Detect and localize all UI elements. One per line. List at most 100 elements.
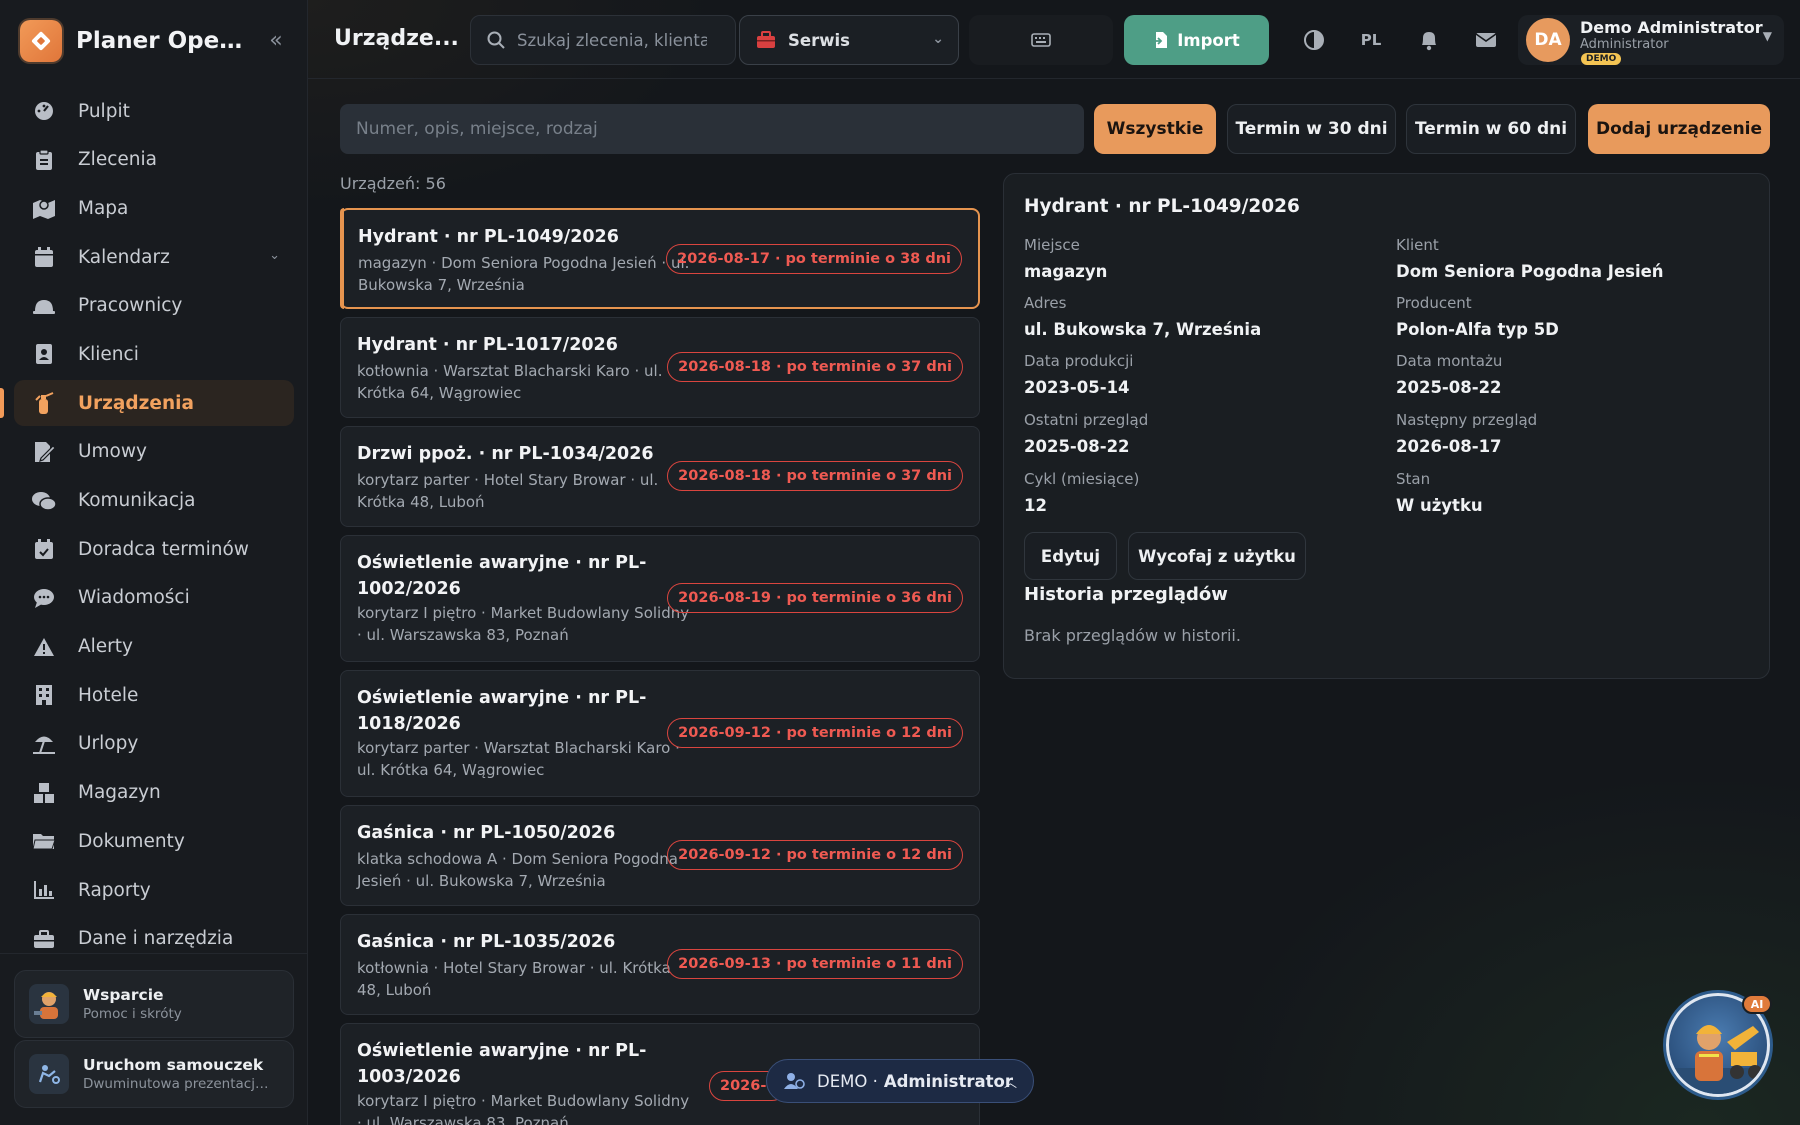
field-value: 12 <box>1024 496 1047 515</box>
sidebar-item-dane[interactable]: Dane i narzędzia <box>14 916 294 962</box>
detail-field: Klient Dom Seniora Pogodna Jesień <box>1396 236 1756 281</box>
sidebar-item-zlecenia[interactable]: Zlecenia <box>14 137 294 183</box>
keyboard-shortcuts-button[interactable] <box>969 15 1113 65</box>
demo-role-switcher[interactable]: DEMO · Administrator ︿ <box>766 1059 1034 1103</box>
device-title: Drzwi ppoż. · nr PL-1034/2026 <box>357 444 654 464</box>
sidebar-item-doradca[interactable]: Doradca terminów <box>14 526 294 572</box>
sidebar-item-mapa[interactable]: Mapa <box>14 185 294 231</box>
device-list: Hydrant · nr PL-1049/2026 magazyn · Dom … <box>340 208 980 1125</box>
support-card[interactable]: Wsparcie Pomoc i skróty <box>14 970 294 1038</box>
device-subtitle: magazyn · Dom Seniora Pogodna Jesień · u… <box>358 254 690 294</box>
dashboard-icon <box>30 99 58 123</box>
history-empty: Brak przeglądów w historii. <box>1024 626 1241 645</box>
field-label: Następny przegląd <box>1396 411 1538 429</box>
device-card[interactable]: Gaśnica · nr PL-1050/2026 klatka schodow… <box>340 805 980 906</box>
field-value: 2023-05-14 <box>1024 378 1130 397</box>
chevron-up-icon: ︿ <box>1003 1076 1017 1091</box>
sidebar-item-label: Zlecenia <box>78 149 157 171</box>
sidebar-item-urlopy[interactable]: Urlopy <box>14 721 294 767</box>
toolbox-icon <box>30 927 58 951</box>
history-title: Historia przeglądów <box>1024 584 1228 605</box>
device-search-input[interactable]: Numer, opis, miejsce, rodzaj <box>340 104 1084 154</box>
import-button[interactable]: Import <box>1124 15 1269 65</box>
sidebar-item-label: Umowy <box>78 441 147 463</box>
sidebar-item-dokumenty[interactable]: Dokumenty <box>14 818 294 864</box>
add-device-button[interactable]: Dodaj urządzenie <box>1588 104 1770 154</box>
field-label: Stan <box>1396 470 1431 488</box>
detail-field: Cykl (miesiące) 12 <box>1024 470 1384 515</box>
search-placeholder: Szukaj zlecenia, klienta, ... <box>517 30 707 50</box>
sidebar-item-urzadzenia[interactable]: Urządzenia <box>14 380 294 427</box>
field-value: Polon-Alfa typ 5D <box>1396 320 1559 339</box>
collapse-sidebar-icon[interactable]: « <box>262 28 290 56</box>
sidebar-item-label: Mapa <box>78 197 129 219</box>
field-value: 2025-08-22 <box>1024 437 1130 456</box>
contacts-icon <box>30 342 58 366</box>
tutorial-card[interactable]: Uruchom samouczek Dwuminutowa prezentacj… <box>14 1040 294 1108</box>
tutorial-title: Uruchom samouczek <box>83 1056 264 1074</box>
folder-icon <box>30 829 58 853</box>
service-select[interactable]: Serwis ⌄ <box>739 15 959 65</box>
chevron-down-icon[interactable]: ⌄ <box>269 248 280 263</box>
language-switch[interactable]: PL <box>1358 27 1384 53</box>
retire-button[interactable]: Wycofaj z użytku <box>1128 532 1306 580</box>
device-subtitle: korytarz I piętro · Market Budowlany Sol… <box>357 1092 690 1125</box>
field-label: Miejsce <box>1024 236 1080 254</box>
sidebar-item-komunikacja[interactable]: Komunikacja <box>14 478 294 524</box>
bell-icon[interactable] <box>1416 27 1442 53</box>
device-card[interactable]: Hydrant · nr PL-1049/2026 magazyn · Dom … <box>340 208 980 309</box>
device-card[interactable]: Hydrant · nr PL-1017/2026 kotłownia · Wa… <box>340 317 980 418</box>
due-badge: 2026-08-18 · po terminie o 37 dni <box>667 461 963 491</box>
user-menu[interactable]: DA Demo Administrator Administrator DEMO… <box>1518 15 1784 65</box>
support-avatar <box>29 984 69 1024</box>
mail-icon[interactable] <box>1473 27 1499 53</box>
search-icon <box>487 31 505 49</box>
logo-icon <box>20 20 62 62</box>
chart-icon <box>30 878 58 902</box>
sidebar-item-klienci[interactable]: Klienci <box>14 331 294 377</box>
sidebar-item-label: Urlopy <box>78 733 139 755</box>
map-icon <box>30 196 58 220</box>
sidebar-item-wiadomosci[interactable]: Wiadomości <box>14 575 294 621</box>
global-search-input[interactable]: Szukaj zlecenia, klienta, ... <box>470 15 736 65</box>
field-label: Producent <box>1396 294 1472 312</box>
sidebar-item-umowy[interactable]: Umowy <box>14 429 294 475</box>
field-value: 2026-08-17 <box>1396 437 1502 456</box>
field-label: Cykl (miesiące) <box>1024 470 1140 488</box>
device-card[interactable]: Oświetlenie awaryjne · nr PL-1002/2026 k… <box>340 535 980 662</box>
edit-button[interactable]: Edytuj <box>1024 532 1117 580</box>
filter-30-days-button[interactable]: Termin w 30 dni <box>1227 104 1396 154</box>
device-card[interactable]: Oświetlenie awaryjne · nr PL-1018/2026 k… <box>340 670 980 797</box>
device-card[interactable]: Drzwi ppoż. · nr PL-1034/2026 korytarz p… <box>340 426 980 527</box>
service-select-value: Serwis <box>788 30 850 50</box>
support-title: Wsparcie <box>83 986 164 1004</box>
sidebar-item-raporty[interactable]: Raporty <box>14 867 294 913</box>
device-title: Hydrant · nr PL-1049/2026 <box>358 227 619 247</box>
sidebar-item-label: Magazyn <box>78 782 161 804</box>
sidebar-item-pulpit[interactable]: Pulpit <box>14 88 294 134</box>
sidebar-item-label: Wiadomości <box>78 587 190 609</box>
device-title: Oświetlenie awaryjne · nr PL-1003/2026 <box>357 1041 647 1087</box>
device-title: Hydrant · nr PL-1017/2026 <box>357 335 618 355</box>
sidebar-item-magazyn[interactable]: Magazyn <box>14 770 294 816</box>
sidebar-item-pracownicy[interactable]: Pracownicy <box>14 283 294 329</box>
due-badge: 2026-09-13 · po terminie o 11 dni <box>667 949 963 979</box>
due-badge: 2026-09-12 · po terminie o 12 dni <box>667 840 963 870</box>
field-value: magazyn <box>1024 262 1108 281</box>
sidebar-nav: Pulpit Zlecenia Mapa Kalendarz ⌄ Pracown… <box>14 88 294 964</box>
ai-badge: AI <box>1742 994 1772 1014</box>
device-card[interactable]: Gaśnica · nr PL-1035/2026 kotłownia · Ho… <box>340 914 980 1015</box>
sidebar-item-kalendarz[interactable]: Kalendarz ⌄ <box>14 234 294 280</box>
sidebar-item-alerty[interactable]: Alerty <box>14 624 294 670</box>
field-value: ul. Bukowska 7, Września <box>1024 320 1262 339</box>
sidebar-item-label: Urządzenia <box>78 392 194 414</box>
filter-60-days-button[interactable]: Termin w 60 dni <box>1406 104 1576 154</box>
sidebar-item-hotele[interactable]: Hotele <box>14 672 294 718</box>
device-detail-panel: Hydrant · nr PL-1049/2026 Miejsce magazy… <box>1003 173 1770 679</box>
sidebar-item-label: Komunikacja <box>78 490 196 511</box>
brand[interactable]: Planer Oper... « <box>20 20 290 62</box>
detail-field: Adres ul. Bukowska 7, Września <box>1024 294 1384 339</box>
filter-all-button[interactable]: Wszystkie <box>1094 104 1216 154</box>
sidebar-item-label: Kalendarz <box>78 246 170 268</box>
theme-toggle-icon[interactable] <box>1301 27 1327 53</box>
